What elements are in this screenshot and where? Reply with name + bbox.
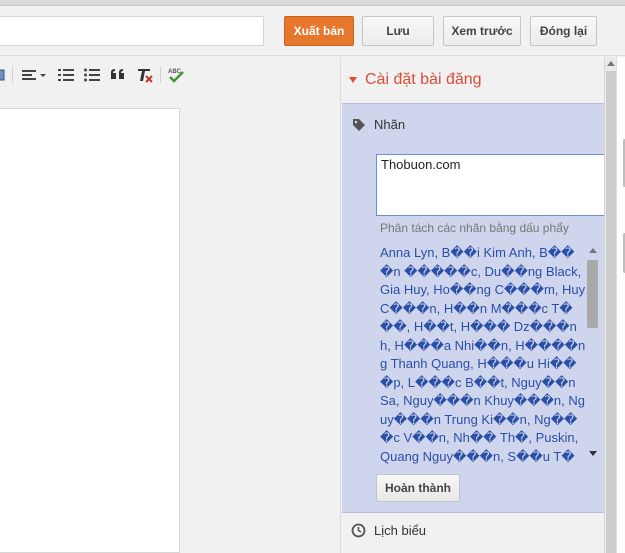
scroll-thumb[interactable] (587, 260, 598, 328)
labels-heading-text: Nhãn (374, 117, 406, 132)
numbered-list-icon[interactable] (56, 65, 76, 85)
bulleted-list-icon[interactable] (82, 65, 102, 85)
scroll-up-arrow-icon[interactable] (607, 61, 615, 66)
clock-icon (351, 523, 366, 538)
toolbar-divider (12, 67, 13, 83)
labels-hint: Phân tách các nhãn bằng dấu phẩy (380, 221, 569, 235)
quote-icon[interactable] (108, 65, 128, 85)
sidebar-scrollbar[interactable] (604, 57, 616, 553)
labels-panel: Nhãn Thobuon.com Phân tách các nhãn bằng… (342, 103, 606, 513)
right-edge-panel (616, 57, 625, 553)
post-body-editor[interactable] (0, 108, 180, 553)
save-button[interactable]: Lưu (362, 16, 434, 46)
preview-button[interactable]: Xem trước (443, 16, 521, 46)
tag-icon (353, 118, 365, 131)
schedule-label: Lịch biểu (374, 523, 427, 538)
toolbar-divider (160, 67, 161, 83)
post-settings-sidebar: Cài đặt bài đăng Nhãn Thobuon.com Phân t… (340, 57, 606, 553)
scroll-up-arrow-icon[interactable] (589, 248, 597, 253)
done-button[interactable]: Hoàn thành (376, 474, 460, 502)
label-suggestions[interactable]: Anna Lyn, B��i Kim Anh, B���n �����c, Du… (380, 244, 586, 464)
scroll-down-arrow-icon[interactable] (589, 451, 597, 456)
align-icon[interactable] (18, 65, 50, 85)
labels-input[interactable]: Thobuon.com (376, 154, 606, 216)
suggestions-scrollbar[interactable] (586, 244, 600, 460)
labels-heading[interactable]: Nhãn (352, 117, 405, 132)
editor-toolbar: ABC (0, 57, 340, 93)
collapse-triangle-icon (349, 77, 357, 83)
post-settings-title: Cài đặt bài đăng (365, 71, 482, 88)
close-button[interactable]: Đóng lại (530, 16, 597, 46)
post-title-input[interactable] (0, 16, 264, 46)
scroll-thumb[interactable] (606, 71, 616, 553)
image-icon[interactable] (0, 65, 6, 85)
title-bar: Xuất bản Lưu Xem trước Đóng lại (0, 6, 625, 56)
spellcheck-icon[interactable]: ABC (165, 65, 187, 85)
post-settings-header[interactable]: Cài đặt bài đăng (349, 71, 482, 89)
schedule-section[interactable]: Lịch biểu (351, 523, 426, 538)
clear-formatting-icon[interactable] (134, 65, 156, 85)
publish-button[interactable]: Xuất bản (284, 16, 354, 46)
